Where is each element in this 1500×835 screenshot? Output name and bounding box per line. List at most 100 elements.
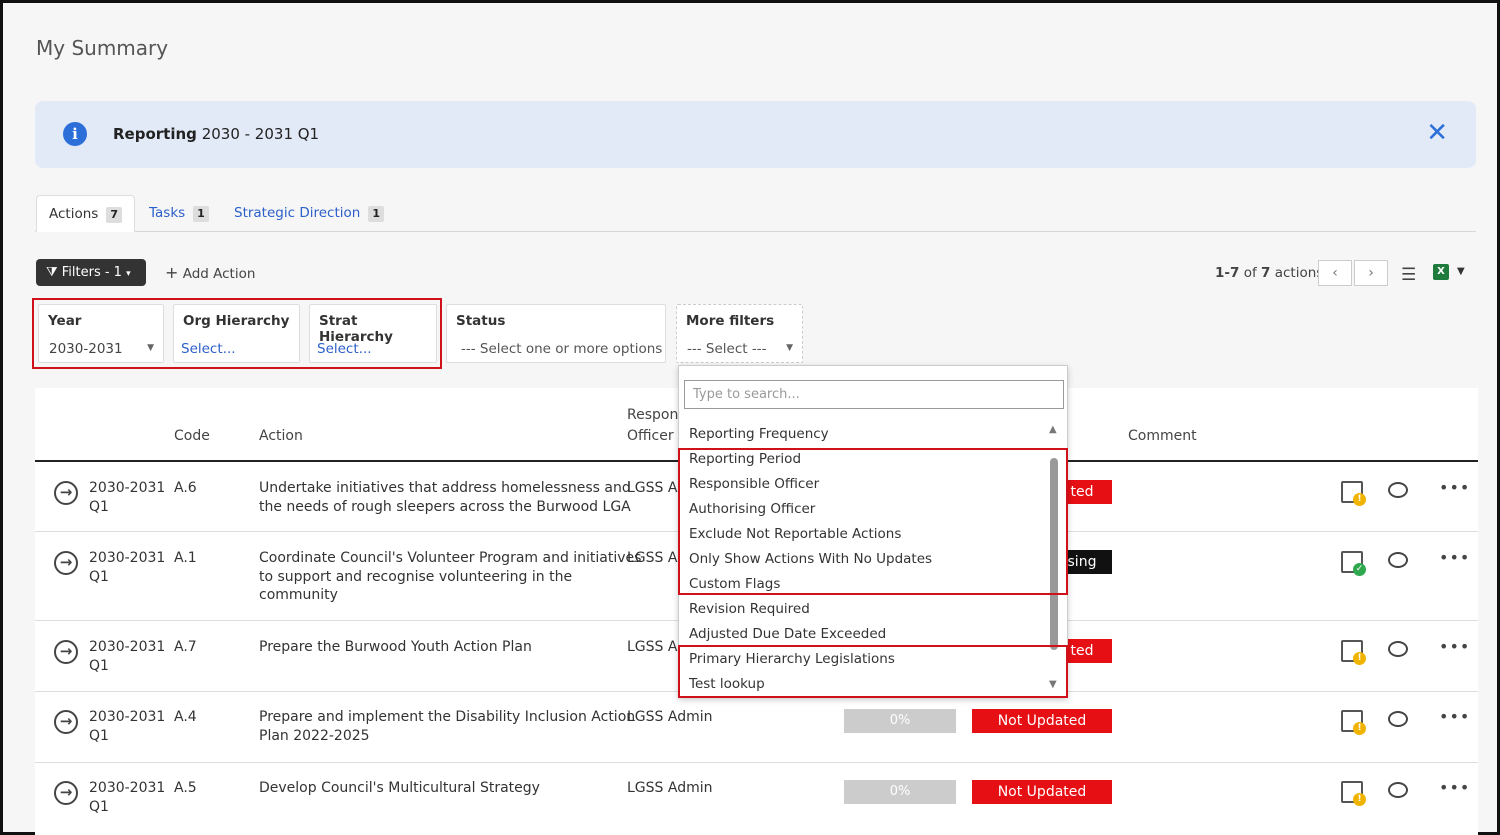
arrow-right-circle-icon[interactable]: → (54, 481, 78, 505)
action-line: Coordinate Council's Volunteer Program a… (259, 550, 642, 566)
header-responsible: Respons (627, 407, 686, 423)
chevron-left-icon[interactable]: ‹ (1318, 260, 1352, 286)
pager-total: 7 (1261, 265, 1271, 281)
page-title: My Summary (36, 36, 169, 60)
dropdown-option[interactable]: Exclude Not Reportable Actions (689, 526, 901, 542)
dropdown-scrollbar[interactable] (1050, 458, 1058, 650)
pager-unit: actions (1274, 265, 1324, 281)
dropdown-option[interactable]: Test lookup (689, 676, 765, 692)
period-year: 2030-2031 (89, 639, 166, 655)
tab-strategic-direction[interactable]: Strategic Direction 1 (222, 195, 396, 232)
banner-label: Reporting (113, 125, 197, 143)
dropdown-option[interactable]: Custom Flags (689, 576, 780, 592)
row-officer: LGSS Admin (627, 709, 713, 725)
action-line: Develop Council's Multicultural Strategy (259, 780, 540, 796)
comment-icon[interactable] (1388, 552, 1408, 568)
row-action[interactable]: Develop Council's Multicultural Strategy (259, 779, 540, 798)
more-icon[interactable]: ••• (1439, 707, 1470, 726)
scroll-down-icon[interactable]: ▼ (1049, 679, 1057, 690)
dropdown-search-input[interactable]: Type to search... (684, 380, 1064, 409)
dropdown-option[interactable]: Primary Hierarchy Legislations (689, 651, 895, 667)
more-filters[interactable]: More filters --- Select --- ▼ (676, 304, 803, 363)
warning-badge: ! (1353, 793, 1366, 806)
dropdown-option[interactable]: Only Show Actions With No Updates (689, 551, 932, 567)
more-icon[interactable]: ••• (1439, 548, 1470, 567)
check-badge: ✓ (1353, 563, 1366, 576)
plus-icon: + (165, 263, 179, 282)
row-code: A.7 (174, 639, 197, 655)
chevron-down-icon[interactable]: ▼ (1457, 266, 1465, 277)
strat-hierarchy-filter[interactable]: Strat Hierarchy Select... (309, 304, 437, 363)
row-code: A.5 (174, 780, 197, 796)
row-action[interactable]: Coordinate Council's Volunteer Program a… (259, 549, 641, 605)
comment-icon[interactable] (1388, 782, 1408, 798)
excel-icon[interactable]: X (1433, 264, 1449, 280)
filters-label: Filters - 1 (61, 265, 122, 280)
year-filter-label: Year (48, 313, 82, 329)
comment-icon[interactable] (1388, 482, 1408, 498)
dropdown-option[interactable]: Reporting Frequency (689, 426, 829, 442)
dropdown-option[interactable]: Revision Required (689, 601, 810, 617)
more-icon[interactable]: ••• (1439, 778, 1470, 797)
filters-button[interactable]: ⧩ Filters - 1 ▾ (36, 259, 146, 286)
more-icon[interactable]: ••• (1439, 478, 1470, 497)
progress-bar: 0% (844, 709, 956, 733)
table-row (35, 693, 1478, 763)
warning-badge: ! (1353, 652, 1366, 665)
filter-icon: ⧩ (46, 265, 58, 280)
action-line: Prepare and implement the Disability Inc… (259, 709, 636, 725)
dropdown-option[interactable]: Responsible Officer (689, 476, 819, 492)
row-code: A.6 (174, 480, 197, 496)
edit-icon[interactable]: ! (1341, 481, 1366, 506)
arrow-right-circle-icon[interactable]: → (54, 781, 78, 805)
period-year: 2030-2031 (89, 709, 166, 725)
dropdown-option[interactable]: Authorising Officer (689, 501, 815, 517)
status-filter-placeholder: --- Select one or more options --- (461, 341, 666, 357)
edit-icon[interactable]: ! (1341, 710, 1366, 735)
warning-badge: ! (1353, 722, 1366, 735)
arrow-right-circle-icon[interactable]: → (54, 640, 78, 664)
year-filter[interactable]: Year 2030-2031 ▼ (38, 304, 164, 363)
sliders-icon[interactable]: ☰ (1401, 265, 1416, 285)
more-filters-label: More filters (686, 313, 775, 329)
pager-info: 1-7 of 7 actions (1215, 265, 1323, 281)
arrow-right-circle-icon[interactable]: → (54, 710, 78, 734)
dropdown-option[interactable]: Reporting Period (689, 451, 801, 467)
edit-icon[interactable]: ! (1341, 640, 1366, 665)
chevron-down-icon: ▼ (147, 343, 154, 353)
period-year: 2030-2031 (89, 480, 166, 496)
chevron-right-icon[interactable]: › (1354, 260, 1388, 286)
comment-icon[interactable] (1388, 641, 1408, 657)
action-line: to support and recognise volunteering in… (259, 568, 573, 585)
period-quarter: Q1 (89, 498, 109, 515)
comment-icon[interactable] (1388, 711, 1408, 727)
header-code: Code (174, 428, 210, 444)
status-badge: Not Updated (972, 780, 1112, 804)
row-action[interactable]: Prepare and implement the Disability Inc… (259, 708, 635, 745)
reporting-banner: i Reporting 2030 - 2031 Q1 ✕ (35, 101, 1476, 168)
banner-text: Reporting 2030 - 2031 Q1 (113, 125, 319, 143)
row-action[interactable]: Undertake initiatives that address homel… (259, 479, 631, 516)
row-action[interactable]: Prepare the Burwood Youth Action Plan (259, 638, 532, 657)
chevron-down-icon: ▾ (126, 269, 131, 279)
dropdown-option[interactable]: Adjusted Due Date Exceeded (689, 626, 886, 642)
edit-icon[interactable]: ! (1341, 781, 1366, 806)
row-code: A.4 (174, 709, 197, 725)
header-comment: Comment (1128, 428, 1197, 444)
row-officer: LGSS Admin (627, 780, 713, 796)
arrow-right-circle-icon[interactable]: → (54, 551, 78, 575)
org-hierarchy-filter[interactable]: Org Hierarchy Select... (173, 304, 300, 363)
scroll-up-icon[interactable]: ▲ (1049, 424, 1057, 435)
tab-tasks[interactable]: Tasks 1 (137, 195, 221, 232)
close-icon[interactable]: ✕ (1426, 118, 1448, 148)
add-action-button[interactable]: + Add Action (165, 259, 255, 286)
more-icon[interactable]: ••• (1439, 637, 1470, 656)
tab-count: 1 (193, 206, 209, 222)
action-line: Prepare the Burwood Youth Action Plan (259, 639, 532, 655)
edit-icon[interactable]: ✓ (1341, 551, 1366, 576)
status-filter[interactable]: Status --- Select one or more options --… (446, 304, 666, 363)
table-row (35, 764, 1478, 835)
period-quarter: Q1 (89, 568, 109, 585)
status-badge: Not Updated (972, 709, 1112, 733)
tab-actions[interactable]: Actions 7 (36, 195, 135, 232)
